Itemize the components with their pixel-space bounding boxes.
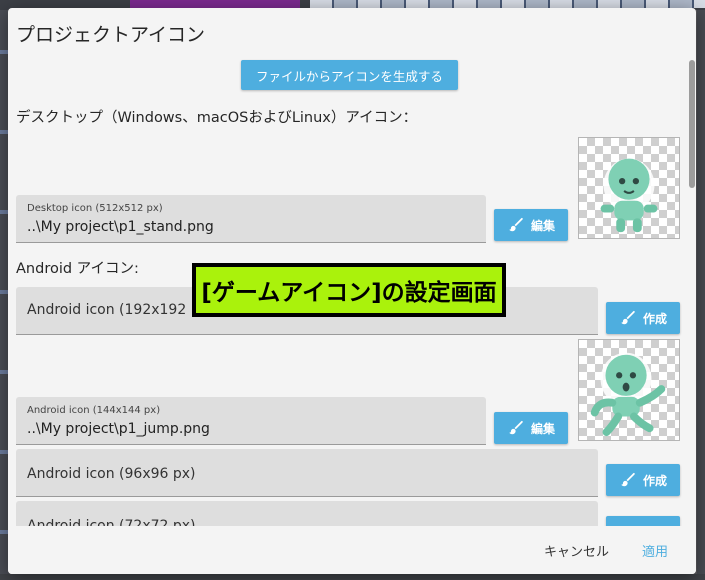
android-icon-96-field[interactable]: Android icon (96x96 px) bbox=[16, 449, 598, 497]
android-icon-96-placeholder: Android icon (96x96 px) bbox=[27, 466, 196, 482]
desktop-icon-field[interactable]: Desktop icon (512x512 px) ..\My project\… bbox=[16, 195, 486, 243]
android-icon-192-placeholder: Android icon (192x192 px) bbox=[27, 302, 214, 318]
desktop-icon-preview bbox=[578, 137, 680, 239]
android-icon-192-create-button[interactable]: 作成 bbox=[606, 302, 680, 334]
create-label: 作成 bbox=[642, 311, 667, 326]
dialog-title: プロジェクトアイコン bbox=[16, 24, 206, 46]
android-section-label: Android アイコン: bbox=[16, 261, 139, 277]
background-app-tab bbox=[130, 0, 300, 8]
generate-icons-from-file-button[interactable]: ファイルからアイコンを生成する bbox=[241, 60, 458, 90]
background-app-tiles bbox=[310, 0, 705, 8]
desktop-section-label: デスクトップ（Windows、macOSおよびLinux）アイコン： bbox=[16, 110, 418, 126]
dialog-footer: キャンセル 適用 bbox=[8, 526, 696, 574]
alien-standing-image bbox=[600, 158, 658, 233]
scrollbar-thumb[interactable] bbox=[689, 60, 695, 188]
desktop-icon-path: ..\My project\p1_stand.png bbox=[27, 219, 214, 235]
desktop-icon-edit-button[interactable]: 編集 bbox=[494, 209, 568, 241]
brush-icon bbox=[619, 308, 637, 329]
android-icon-144-edit-button[interactable]: 編集 bbox=[494, 412, 568, 444]
android-icon-144-preview bbox=[578, 339, 680, 441]
edit-label: 編集 bbox=[530, 421, 555, 436]
desktop-icon-caption: Desktop icon (512x512 px) bbox=[27, 203, 163, 214]
android-icon-96-create-button[interactable]: 作成 bbox=[606, 464, 680, 496]
android-icon-144-field[interactable]: Android icon (144x144 px) ..\My project\… bbox=[16, 397, 486, 445]
apply-button[interactable]: 適用 bbox=[642, 541, 668, 560]
brush-icon bbox=[619, 470, 637, 491]
create-label: 作成 bbox=[642, 473, 667, 488]
brush-icon bbox=[507, 215, 525, 236]
background-app-edge bbox=[697, 10, 705, 580]
android-icon-144-caption: Android icon (144x144 px) bbox=[27, 405, 161, 416]
android-icon-144-path: ..\My project\p1_jump.png bbox=[27, 421, 210, 437]
edit-label: 編集 bbox=[530, 218, 555, 233]
brush-icon bbox=[507, 418, 525, 439]
alien-jumping-image bbox=[590, 352, 666, 437]
annotation-caption: [ゲームアイコン]の設定画面 bbox=[192, 263, 506, 317]
background-app-bottom bbox=[0, 574, 705, 580]
cancel-button[interactable]: キャンセル bbox=[544, 541, 609, 560]
